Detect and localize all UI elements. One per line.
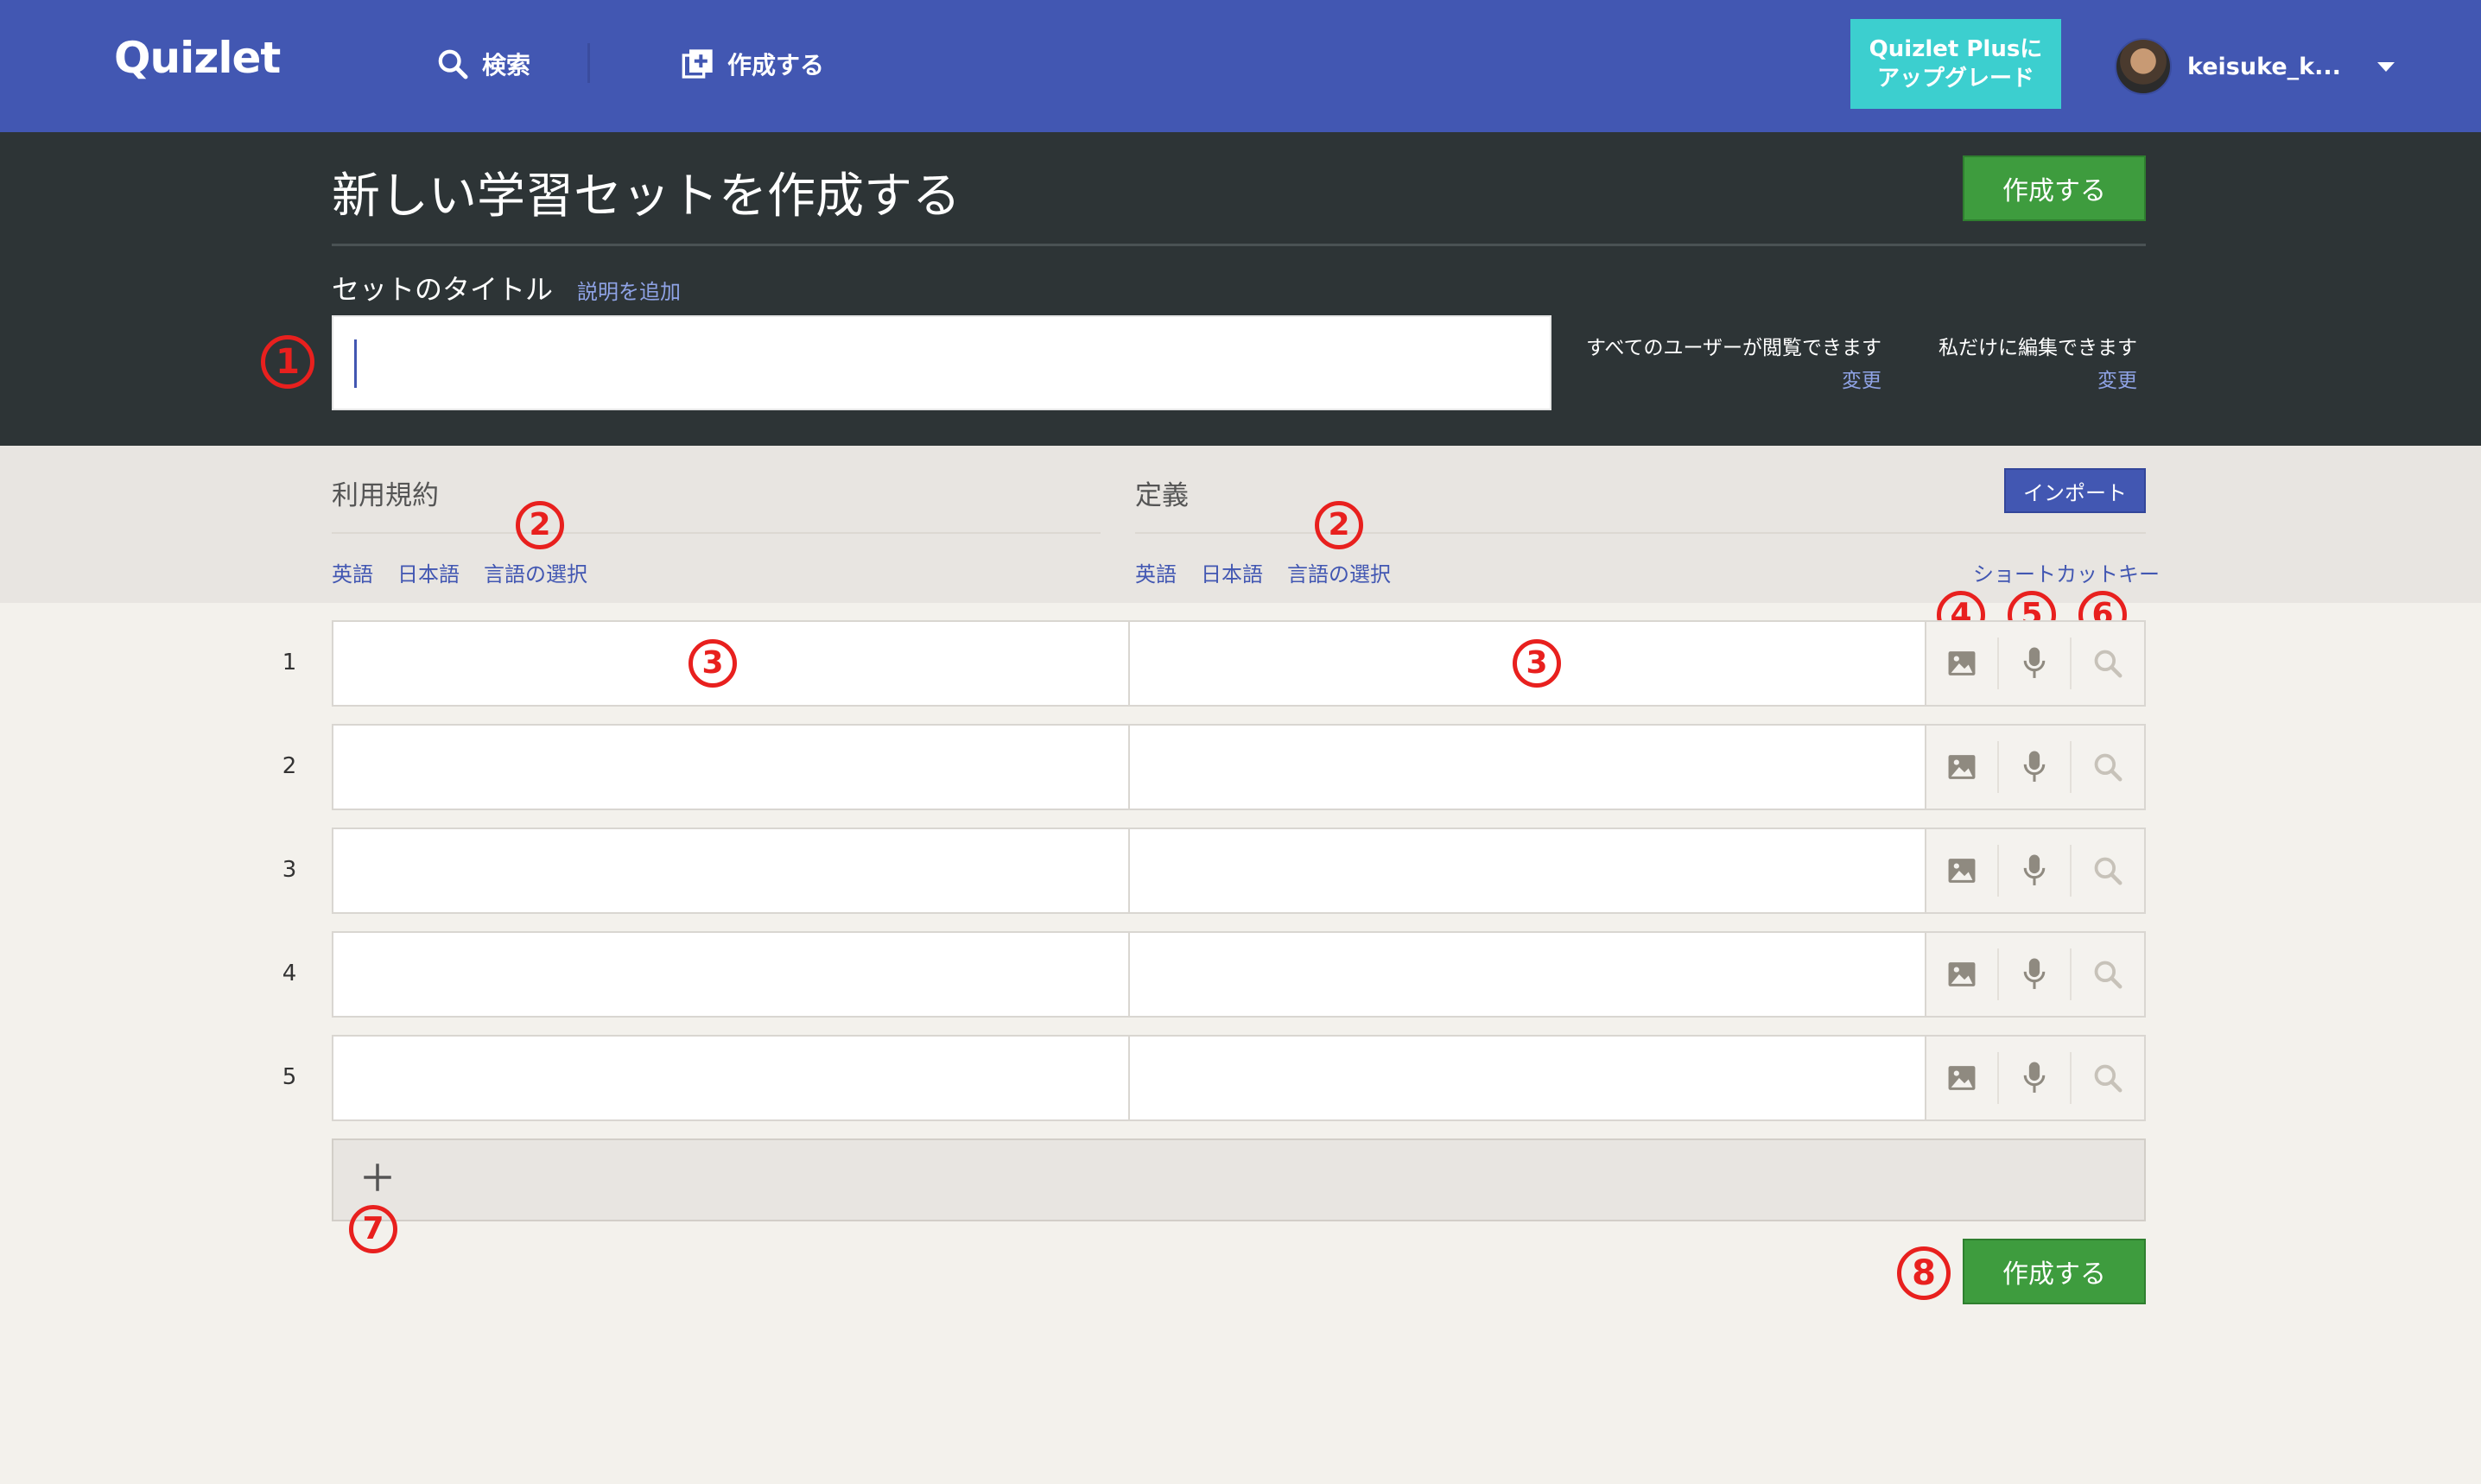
row-number: 3	[282, 857, 297, 883]
term-input[interactable]	[333, 1037, 1130, 1119]
search-icon[interactable]	[2072, 637, 2144, 689]
add-set-icon	[682, 49, 713, 79]
image-icon[interactable]	[1926, 1052, 1999, 1104]
create-button-top[interactable]: 作成する	[1963, 155, 2146, 221]
image-icon[interactable]	[1926, 845, 1999, 897]
visibility-setting: すべてのユーザーが閲覧できます 変更	[1586, 332, 1881, 397]
term-input[interactable]	[333, 726, 1130, 809]
image-icon[interactable]	[1926, 637, 1999, 689]
row-number: 1	[282, 650, 297, 675]
nav-create-label: 作成する	[727, 51, 825, 79]
search-icon[interactable]	[2072, 741, 2144, 793]
definition-input[interactable]	[1130, 829, 1926, 912]
term-lang-select[interactable]: 言語の選択	[484, 557, 587, 587]
row-number: 2	[282, 753, 297, 779]
card-tools	[1926, 622, 2144, 705]
add-description-link[interactable]: 説明を追加	[577, 275, 681, 305]
def-lang-japanese[interactable]: 日本語	[1201, 557, 1263, 587]
search-icon[interactable]	[2072, 948, 2144, 1000]
definition-input[interactable]	[1130, 1037, 1926, 1119]
annotation-1: 1	[261, 335, 314, 389]
search-icon[interactable]	[2072, 1052, 2144, 1104]
annotation-2: 2	[1315, 501, 1363, 549]
microphone-icon[interactable]	[1999, 637, 2072, 689]
search-icon	[438, 49, 468, 79]
microphone-icon[interactable]	[1999, 948, 2072, 1000]
term-input[interactable]	[333, 829, 1130, 912]
card-row	[332, 620, 2146, 707]
page-title: 新しい学習セットを作成する	[332, 168, 961, 225]
card-tools	[1926, 829, 2144, 912]
image-icon[interactable]	[1926, 948, 1999, 1000]
title-input[interactable]	[332, 315, 1551, 410]
upgrade-line2: アップグレード	[1876, 66, 2034, 92]
microphone-icon[interactable]	[1999, 741, 2072, 793]
def-lang-english[interactable]: 英語	[1135, 557, 1177, 587]
def-lang-select[interactable]: 言語の選択	[1287, 557, 1391, 587]
upgrade-line1: Quizlet Plusに	[1869, 36, 2043, 62]
card-row	[332, 724, 2146, 810]
annotation-7: 7	[349, 1205, 397, 1253]
image-icon[interactable]	[1926, 741, 1999, 793]
quizlet-logo[interactable]: Quizlet	[114, 33, 281, 83]
username: keisuke_k...	[2187, 53, 2341, 80]
title-label: セットのタイトル	[332, 273, 554, 306]
visibility-change-link[interactable]: 変更	[1586, 365, 1881, 397]
card-tools	[1926, 726, 2144, 809]
terms-heading: 利用規約	[332, 480, 439, 511]
definition-input[interactable]	[1130, 933, 1926, 1016]
top-nav: Quizlet 検索 作成する Quizlet Plusに アップグレード ke…	[0, 0, 2481, 132]
microphone-icon[interactable]	[1999, 1052, 2072, 1104]
annotation-3: 3	[1513, 639, 1561, 688]
card-row	[332, 931, 2146, 1018]
card-tools	[1926, 933, 2144, 1016]
row-number: 4	[282, 961, 297, 986]
plus-icon	[364, 1164, 391, 1191]
edit-change-link[interactable]: 変更	[1938, 365, 2137, 397]
edit-setting: 私だけに編集できます 変更	[1938, 332, 2137, 397]
card-row	[332, 828, 2146, 914]
text-cursor	[354, 339, 357, 388]
user-menu[interactable]: keisuke_k...	[2115, 38, 2395, 95]
row-number: 5	[282, 1064, 297, 1090]
search-icon[interactable]	[2072, 845, 2144, 897]
visibility-text: すべてのユーザーが閲覧できます	[1586, 337, 1882, 359]
divider	[332, 244, 2146, 246]
divider	[332, 532, 1101, 534]
annotation-3: 3	[688, 639, 737, 688]
term-input[interactable]	[333, 933, 1130, 1016]
import-button[interactable]: インポート	[2004, 468, 2146, 513]
card-tools	[1926, 1037, 2144, 1119]
term-lang-english[interactable]: 英語	[332, 557, 373, 587]
edit-text: 私だけに編集できます	[1938, 337, 2137, 359]
avatar	[2115, 38, 2172, 95]
nav-divider	[587, 43, 590, 83]
shortcut-link[interactable]: ショートカットキー	[1973, 557, 2160, 587]
divider	[1135, 532, 2146, 534]
upgrade-button[interactable]: Quizlet Plusに アップグレード	[1850, 19, 2061, 109]
card-row	[332, 1035, 2146, 1121]
definition-input[interactable]	[1130, 726, 1926, 809]
add-card-button[interactable]	[332, 1138, 2146, 1221]
term-lang-japanese[interactable]: 日本語	[397, 557, 460, 587]
annotation-8: 8	[1897, 1246, 1951, 1300]
annotation-2: 2	[516, 501, 564, 549]
nav-create[interactable]: 作成する	[681, 41, 824, 86]
chevron-down-icon	[2376, 61, 2395, 72]
microphone-icon[interactable]	[1999, 845, 2072, 897]
nav-search[interactable]: 検索	[435, 41, 530, 86]
create-button-bottom[interactable]: 作成する	[1963, 1239, 2146, 1304]
nav-search-label: 検索	[482, 51, 531, 79]
definition-heading: 定義	[1135, 480, 1189, 511]
